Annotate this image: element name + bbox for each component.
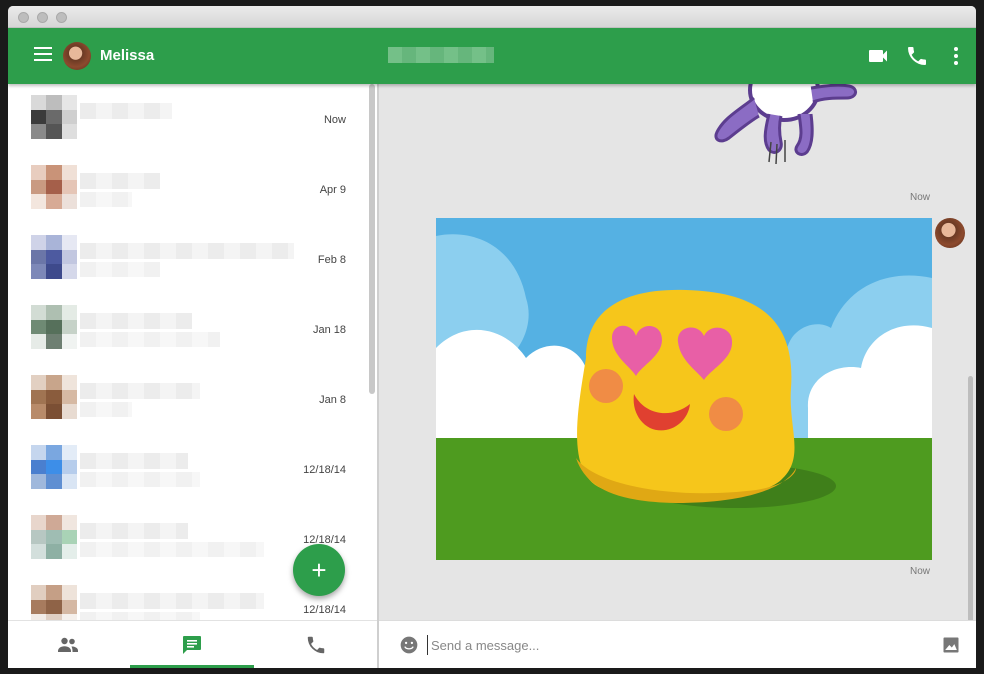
- redacted-name: [80, 313, 192, 329]
- conversation-item[interactable]: Jan 8: [8, 364, 368, 434]
- message-timestamp: Now: [910, 192, 931, 203]
- contact-thumbnail: [31, 515, 77, 559]
- conversation-date: 12/18/14: [303, 604, 346, 616]
- redacted-snippet: [80, 472, 200, 487]
- conversation-item[interactable]: Jan 18: [8, 294, 368, 364]
- redacted-snippet: [80, 332, 220, 347]
- contact-name: Melissa: [100, 47, 155, 64]
- redacted-name: [80, 173, 160, 189]
- purple-monster-sticker: [714, 84, 857, 165]
- contact-thumbnail: [31, 585, 77, 620]
- new-conversation-button[interactable]: +: [293, 544, 345, 596]
- redacted-snippet: [80, 542, 264, 557]
- more-vert-icon[interactable]: [944, 44, 968, 68]
- message-input-bar: [379, 620, 976, 668]
- menu-icon[interactable]: [34, 47, 52, 61]
- app-window: Melissa Now Apr 9 Feb 8 Jan 18 Jan 8 12/…: [8, 6, 976, 668]
- redacted-snippet: [80, 262, 160, 277]
- conversation-item[interactable]: Apr 9: [8, 154, 368, 224]
- conversation-date: Now: [323, 114, 346, 126]
- redacted-name: [80, 103, 172, 119]
- conversation-date: Feb 8: [317, 254, 346, 266]
- redacted-snippet: [80, 402, 132, 417]
- zoom-window-button[interactable]: [56, 12, 67, 23]
- heart-eyes-emoji-sticker: [436, 218, 932, 560]
- window-titlebar: [8, 6, 976, 28]
- chat-icon: [183, 636, 201, 654]
- contact-thumbnail: [31, 165, 77, 209]
- contact-thumbnail: [31, 375, 77, 419]
- pane-divider[interactable]: [377, 84, 379, 668]
- conversation-list-scrollbar[interactable]: [369, 84, 375, 394]
- phone-icon: [307, 636, 325, 654]
- redacted-name: [80, 243, 294, 259]
- sticker-message[interactable]: [436, 218, 932, 560]
- conversation-item[interactable]: Feb 8: [8, 224, 368, 294]
- redacted-name: [80, 593, 264, 609]
- conversation-item[interactable]: 12/18/14: [8, 434, 368, 504]
- message-timestamp: Now: [910, 566, 931, 577]
- chat-pane: Now Now: [379, 84, 976, 620]
- redacted-snippet: [80, 192, 132, 207]
- conversation-item[interactable]: Now: [8, 84, 368, 154]
- nav-calls[interactable]: [256, 621, 376, 668]
- people-icon: [58, 637, 78, 652]
- minimize-window-button[interactable]: [37, 12, 48, 23]
- nav-people[interactable]: [8, 621, 128, 668]
- redacted-name: [80, 383, 200, 399]
- conversation-list: Now Apr 9 Feb 8 Jan 18 Jan 8 12/18/14 12…: [8, 84, 378, 620]
- conversation-date: Jan 8: [319, 394, 346, 406]
- conversation-title-redacted: [388, 47, 494, 63]
- contact-thumbnail: [31, 235, 77, 279]
- contact-thumbnail: [31, 95, 77, 139]
- close-window-button[interactable]: [18, 12, 29, 23]
- app-bar: Melissa: [8, 28, 976, 84]
- image-attach-icon[interactable]: [941, 635, 961, 655]
- avatar[interactable]: [63, 42, 91, 70]
- conversation-date: Apr 9: [319, 184, 346, 196]
- redacted-snippet: [80, 612, 200, 620]
- phone-icon[interactable]: [905, 44, 929, 68]
- redacted-name: [80, 453, 188, 469]
- conversation-date: 12/18/14: [303, 464, 346, 476]
- video-call-icon[interactable]: [866, 44, 890, 68]
- contact-thumbnail: [31, 445, 77, 489]
- chat-scrollbar[interactable]: [968, 376, 973, 620]
- message-input[interactable]: [427, 635, 887, 655]
- conversation-date: Jan 18: [312, 324, 346, 336]
- sender-avatar: [935, 218, 965, 248]
- nav-selected-indicator: [130, 665, 254, 668]
- nav-conversations[interactable]: [132, 621, 252, 668]
- redacted-name: [80, 523, 188, 539]
- bottom-navigation: [8, 620, 378, 668]
- contact-thumbnail: [31, 305, 77, 349]
- emoji-icon[interactable]: [399, 635, 419, 655]
